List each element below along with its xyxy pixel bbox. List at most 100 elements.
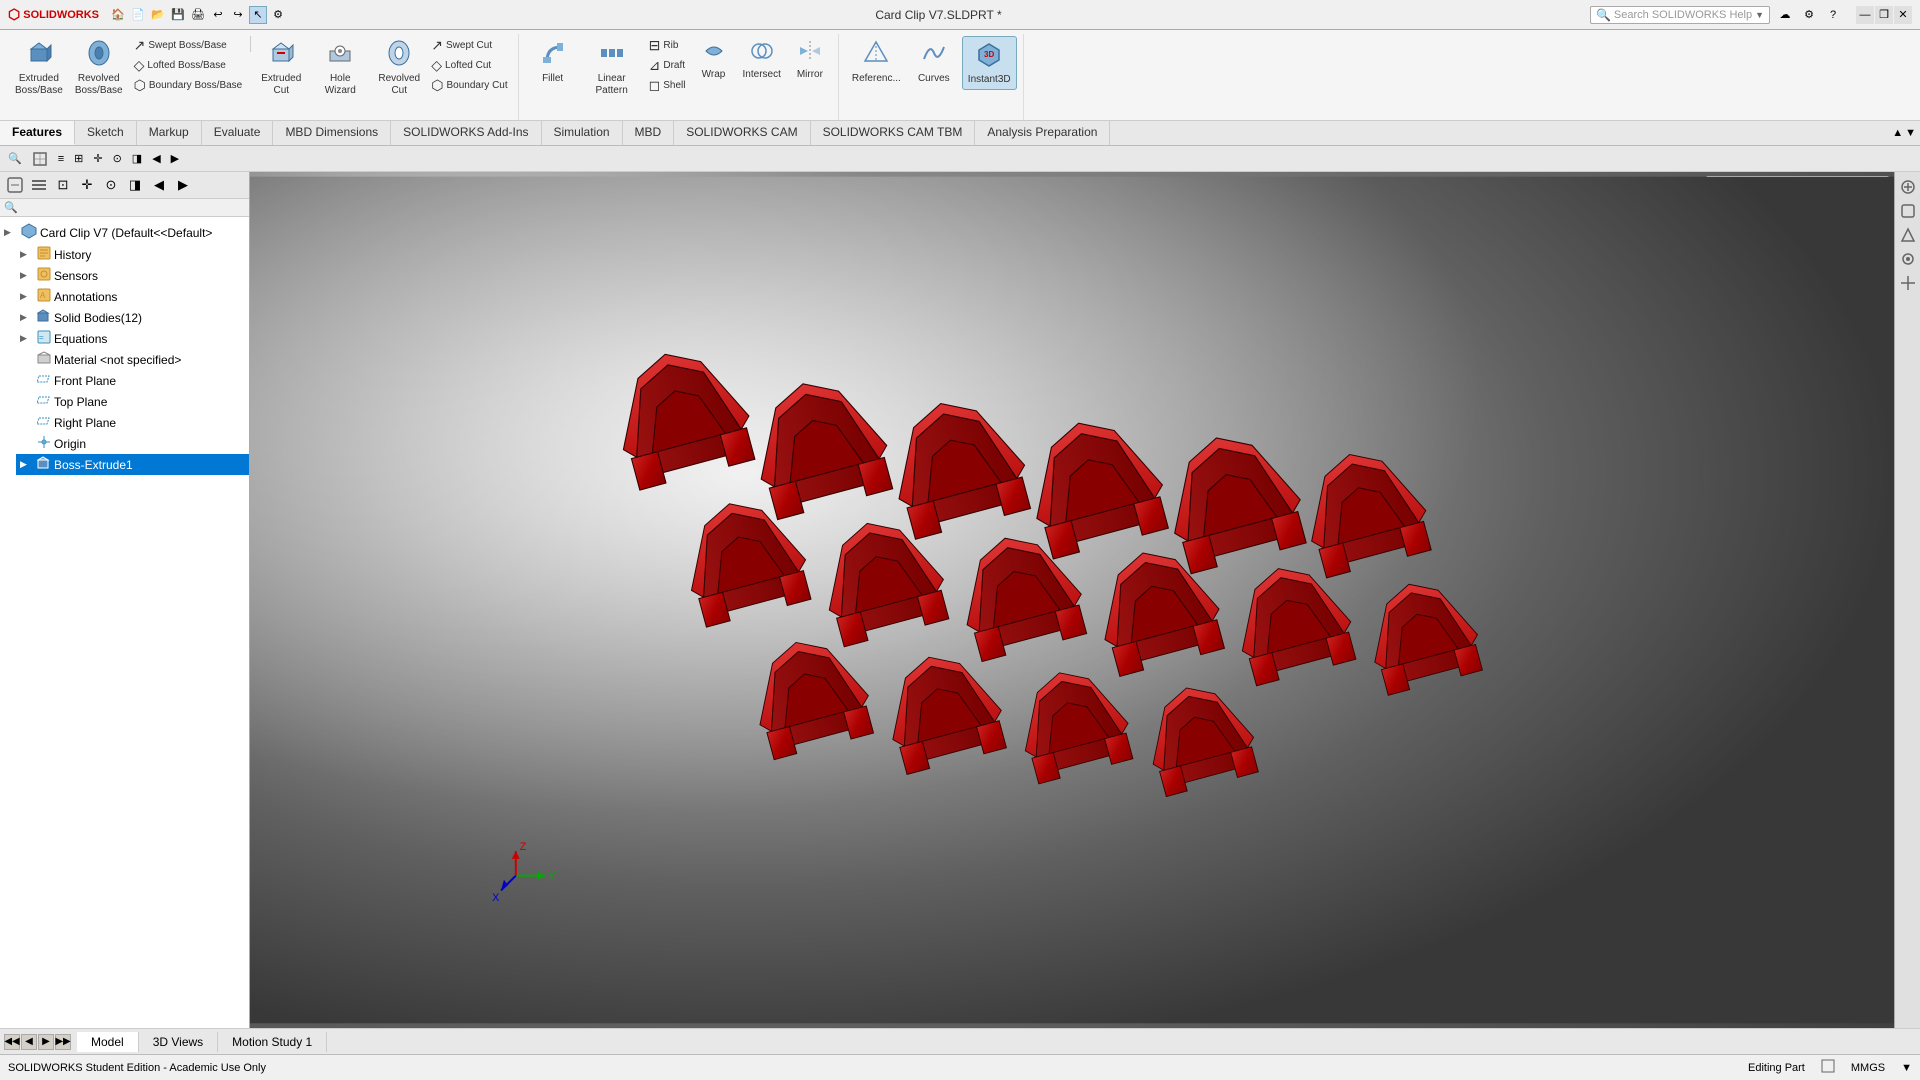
home-btn[interactable]: 🏠 bbox=[109, 6, 127, 24]
tree-item-root[interactable]: ▶ Card Clip V7 (Default<<Default> bbox=[0, 221, 249, 244]
swept-cut-btn[interactable]: ↗ Swept Cut bbox=[427, 36, 511, 55]
rs-btn1[interactable] bbox=[1897, 176, 1919, 198]
help-search-box[interactable]: 🔍 Search SOLIDWORKS Help ▼ bbox=[1590, 6, 1770, 24]
color-btn[interactable]: ⊙ bbox=[109, 148, 126, 170]
draft-btn[interactable]: ⊿ Draft bbox=[645, 56, 690, 75]
ribbon-expand-btn[interactable]: ▼ bbox=[1905, 127, 1916, 139]
filter-btn[interactable]: 🔍 bbox=[4, 148, 26, 170]
tab-sketch[interactable]: Sketch bbox=[75, 121, 137, 145]
tree-item-right-plane[interactable]: Right Plane bbox=[16, 412, 249, 433]
units-dropdown[interactable]: ▼ bbox=[1901, 1062, 1912, 1074]
print-btn[interactable]: 🖨 bbox=[189, 6, 207, 24]
tab-solidworks-addins[interactable]: SOLIDWORKS Add-Ins bbox=[391, 121, 541, 145]
rs-btn4[interactable] bbox=[1897, 248, 1919, 270]
close-btn[interactable]: ✕ bbox=[1894, 6, 1912, 24]
wrap-btn[interactable]: Wrap bbox=[692, 36, 736, 84]
swept-boss-base-btn[interactable]: ↗ Swept Boss/Base bbox=[130, 36, 247, 55]
tab-solidworks-cam[interactable]: SOLIDWORKS CAM bbox=[674, 121, 810, 145]
tree-item-equations[interactable]: ▶ = Equations bbox=[16, 328, 249, 349]
tree-item-material[interactable]: Material <not specified> bbox=[16, 349, 249, 370]
restore-btn[interactable]: ❐ bbox=[1875, 6, 1893, 24]
lt-icon5[interactable]: ⊙ bbox=[100, 174, 122, 196]
select-btn[interactable]: ↖ bbox=[249, 6, 267, 24]
tree-item-solid-bodies[interactable]: ▶ Solid Bodies(12) bbox=[16, 307, 249, 328]
lt-icon6[interactable]: ◨ bbox=[124, 174, 146, 196]
tree-expand-equations[interactable]: ▶ bbox=[20, 333, 34, 344]
tree-item-annotations[interactable]: ▶ A Annotations bbox=[16, 286, 249, 307]
scroll-prev-btn[interactable]: ◀ bbox=[21, 1034, 37, 1050]
fillet-btn[interactable]: Fillet bbox=[527, 36, 579, 88]
tree-expand-root[interactable]: ▶ bbox=[4, 227, 18, 238]
boundary-cut-btn[interactable]: ⬡ Boundary Cut bbox=[427, 76, 511, 95]
redo-btn[interactable]: ↪ bbox=[229, 6, 247, 24]
boundary-boss-base-btn[interactable]: ⬡ Boundary Boss/Base bbox=[130, 76, 247, 95]
intersect-btn[interactable]: Intersect bbox=[738, 36, 786, 84]
rs-btn2[interactable] bbox=[1897, 200, 1919, 222]
shell-btn[interactable]: ◻ Shell bbox=[645, 76, 690, 95]
help-connect-btn[interactable]: ☁ bbox=[1776, 6, 1794, 24]
help-dropdown-arrow[interactable]: ▼ bbox=[1755, 10, 1764, 20]
minimize-btn[interactable]: — bbox=[1856, 6, 1874, 24]
rib-btn[interactable]: ⊟ Rib bbox=[645, 36, 690, 55]
front-view-btn[interactable] bbox=[28, 148, 52, 170]
tree-item-top-plane[interactable]: Top Plane bbox=[16, 391, 249, 412]
ribbon-minimize-btn[interactable]: ▲ bbox=[1892, 127, 1903, 139]
tab-features[interactable]: Features bbox=[0, 121, 75, 145]
rs-btn5[interactable] bbox=[1897, 272, 1919, 294]
view3-btn[interactable]: ◨ bbox=[128, 148, 146, 170]
tab-solidworks-cam-tbm[interactable]: SOLIDWORKS CAM TBM bbox=[811, 121, 976, 145]
lt-icon3[interactable]: ⊡ bbox=[52, 174, 74, 196]
rs-btn3[interactable] bbox=[1897, 224, 1919, 246]
hole-wizard-btn[interactable]: Hole Wizard bbox=[309, 36, 371, 100]
lt-prev-btn[interactable]: ◀ bbox=[148, 174, 170, 196]
tab-markup[interactable]: Markup bbox=[137, 121, 202, 145]
tree-expand-sensors[interactable]: ▶ bbox=[20, 270, 34, 281]
tab-evaluate[interactable]: Evaluate bbox=[202, 121, 274, 145]
mirror-btn[interactable]: Mirror bbox=[788, 36, 832, 84]
tree-expand-solid-bodies[interactable]: ▶ bbox=[20, 312, 34, 323]
lt-icon4[interactable]: ✛ bbox=[76, 174, 98, 196]
scroll-last-btn[interactable]: ▶▶ bbox=[55, 1034, 71, 1050]
next-btn[interactable]: ▶ bbox=[167, 148, 183, 170]
linear-pattern-btn[interactable]: Linear Pattern bbox=[581, 36, 643, 100]
help-btn[interactable]: ? bbox=[1824, 6, 1842, 24]
tab-simulation[interactable]: Simulation bbox=[542, 121, 623, 145]
instant3d-btn[interactable]: 3D Instant3D bbox=[962, 36, 1017, 90]
tree-expand-boss-extrude1[interactable]: ▶ bbox=[20, 459, 34, 470]
lt-next-btn[interactable]: ▶ bbox=[172, 174, 194, 196]
tree-item-sensors[interactable]: ▶ Sensors bbox=[16, 265, 249, 286]
tree-item-origin[interactable]: Origin bbox=[16, 433, 249, 454]
bottom-tab-model[interactable]: Model bbox=[77, 1032, 139, 1052]
tree-item-boss-extrude1[interactable]: ▶ Boss-Extrude1 bbox=[16, 454, 249, 475]
tree-expand-history[interactable]: ▶ bbox=[20, 249, 34, 260]
tab-mbd[interactable]: MBD bbox=[623, 121, 675, 145]
save-btn[interactable]: 💾 bbox=[169, 6, 187, 24]
tree-item-history[interactable]: ▶ History bbox=[16, 244, 249, 265]
prev-btn[interactable]: ◀ bbox=[148, 148, 164, 170]
lt-icon2[interactable] bbox=[28, 174, 50, 196]
tree-expand-annotations[interactable]: ▶ bbox=[20, 291, 34, 302]
lofted-cut-btn[interactable]: ◇ Lofted Cut bbox=[427, 56, 511, 75]
tab-analysis-prep[interactable]: Analysis Preparation bbox=[975, 121, 1110, 145]
bottom-tab-3d-views[interactable]: 3D Views bbox=[139, 1032, 218, 1052]
undo-btn[interactable]: ↩ bbox=[209, 6, 227, 24]
lt-icon1[interactable] bbox=[4, 174, 26, 196]
axis-btn[interactable]: ✛ bbox=[89, 148, 106, 170]
help-settings-btn[interactable]: ⚙ bbox=[1800, 6, 1818, 24]
tab-mbd-dimensions[interactable]: MBD Dimensions bbox=[273, 121, 391, 145]
tree-view-btn[interactable]: ⊞ bbox=[70, 148, 87, 170]
bottom-tab-motion-study-1[interactable]: Motion Study 1 bbox=[218, 1032, 327, 1052]
curves-btn[interactable]: Curves bbox=[908, 36, 960, 88]
scroll-next-btn[interactable]: ▶ bbox=[38, 1034, 54, 1050]
reference-geometry-btn[interactable]: Referenc... bbox=[847, 36, 906, 88]
viewport[interactable]: 🔍 ⊞ ◉ ⚙ | … bbox=[250, 172, 1894, 1028]
scroll-first-btn[interactable]: ◀◀ bbox=[4, 1034, 20, 1050]
tree-item-front-plane[interactable]: Front Plane bbox=[16, 370, 249, 391]
new-btn[interactable]: 📄 bbox=[129, 6, 147, 24]
open-btn[interactable]: 📂 bbox=[149, 6, 167, 24]
options-btn[interactable]: ⚙ bbox=[269, 6, 287, 24]
list-view-btn[interactable]: ≡ bbox=[54, 148, 68, 170]
lofted-boss-base-btn[interactable]: ◇ Lofted Boss/Base bbox=[130, 56, 247, 75]
extruded-boss-base-btn[interactable]: ExtrudedBoss/Base bbox=[10, 36, 68, 100]
extruded-cut-btn[interactable]: ExtrudedCut bbox=[255, 36, 307, 100]
